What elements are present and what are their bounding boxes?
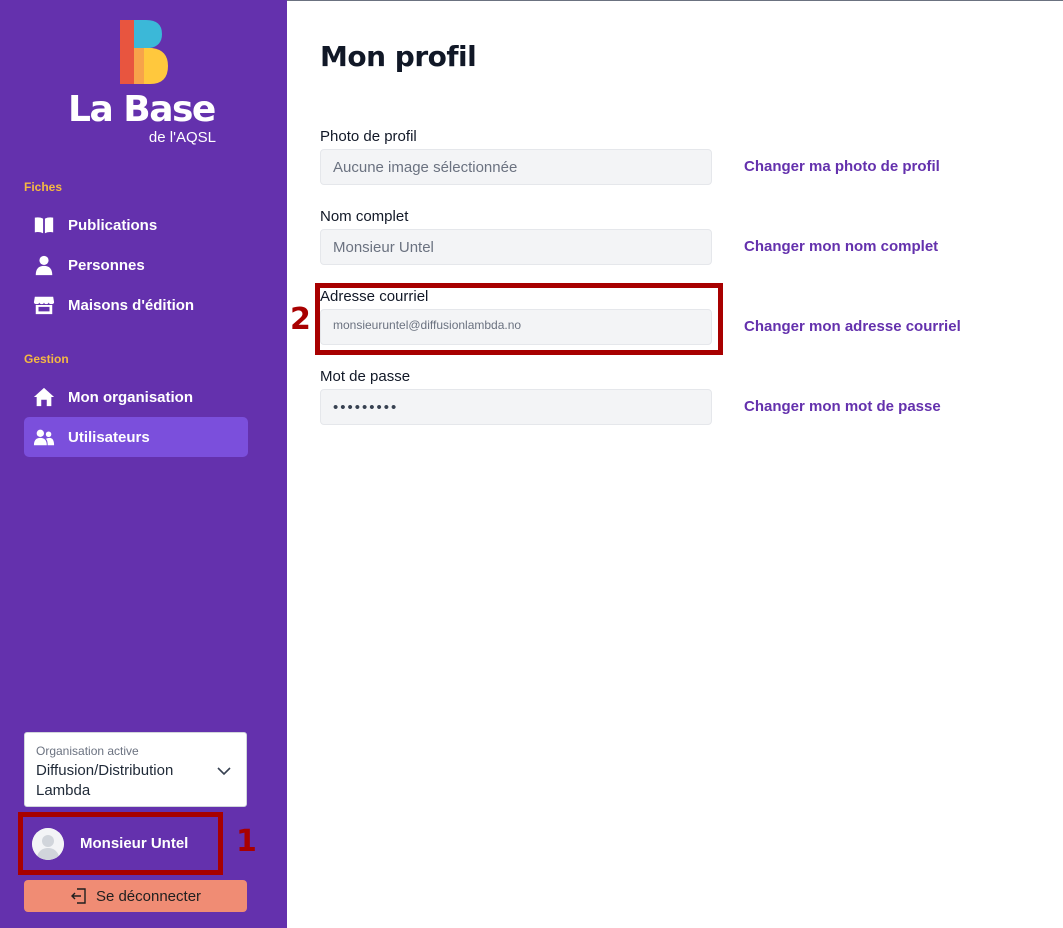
sidebar-item-label: Mon organisation — [68, 388, 193, 406]
user-name: Monsieur Untel — [80, 835, 189, 852]
app: La Base de l'AQSL Fiches Publications Pe… — [0, 0, 1063, 928]
sidebar-item-label: Utilisateurs — [68, 428, 150, 446]
profile-photo-label: Photo de profil — [320, 128, 417, 145]
organization-name: Diffusion/Distribution Lambda — [36, 762, 174, 799]
sidebar-item-label: Maisons d'édition — [68, 296, 195, 314]
password-label: Mot de passe — [320, 368, 411, 385]
chevron-down-icon — [217, 767, 231, 776]
organization-caption: Organisation active — [36, 744, 139, 758]
section-label-fiches: Fiches — [24, 180, 63, 194]
logout-label: Se déconnecter — [95, 887, 202, 905]
change-password-link[interactable]: Changer mon mot de passe — [744, 398, 941, 415]
section-label-gestion: Gestion — [24, 352, 69, 366]
sidebar-item-utilisateurs[interactable]: Utilisateurs — [24, 417, 248, 457]
logo-title: La Base — [68, 89, 216, 130]
top-border — [287, 0, 1063, 1]
password-field[interactable]: ••••••••• — [320, 389, 712, 425]
store-icon — [32, 293, 56, 317]
logo-mark-icon — [120, 20, 168, 84]
logout-icon — [70, 888, 86, 904]
user-avatar-icon — [32, 827, 64, 860]
home-icon — [32, 385, 56, 409]
sidebar-item-mon-organisation[interactable]: Mon organisation — [24, 377, 248, 417]
annotation-marker-1: 1 — [236, 824, 257, 859]
organization-select[interactable]: Organisation active Diffusion/Distributi… — [24, 732, 247, 807]
full-name-label: Nom complet — [320, 208, 409, 225]
sidebar-item-label: Publications — [68, 216, 158, 234]
change-email-link[interactable]: Changer mon adresse courriel — [744, 318, 961, 335]
page-title: Mon profil — [320, 40, 477, 73]
profile-photo-field[interactable]: Aucune image sélectionnée — [320, 149, 712, 185]
logo[interactable]: La Base de l'AQSL — [66, 14, 226, 148]
sidebar-item-publications[interactable]: Publications — [24, 205, 248, 245]
book-icon — [32, 213, 56, 237]
logout-button[interactable]: Se déconnecter — [24, 880, 247, 912]
sidebar-item-maisons-edition[interactable]: Maisons d'édition — [24, 285, 248, 325]
annotation-marker-2: 2 — [290, 302, 311, 337]
annotation-box-2 — [315, 283, 723, 355]
sidebar-item-personnes[interactable]: Personnes — [24, 245, 248, 285]
sidebar: La Base de l'AQSL Fiches Publications Pe… — [0, 0, 287, 928]
change-name-link[interactable]: Changer mon nom complet — [744, 238, 938, 255]
sidebar-item-label: Personnes — [68, 256, 145, 274]
full-name-field[interactable]: Monsieur Untel — [320, 229, 712, 265]
avatar — [32, 827, 64, 860]
users-icon — [32, 425, 56, 449]
user-menu[interactable]: Monsieur Untel — [18, 812, 223, 875]
logo-subtitle: de l'AQSL — [148, 129, 216, 146]
change-photo-link[interactable]: Changer ma photo de profil — [744, 158, 940, 175]
person-icon — [32, 253, 56, 277]
